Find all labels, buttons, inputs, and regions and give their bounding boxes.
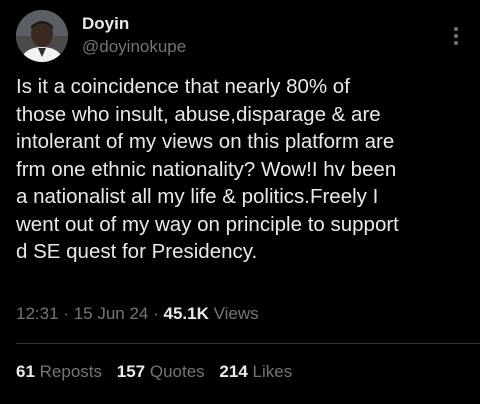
author-names: Doyin @doyinokupe xyxy=(82,14,186,58)
quotes-stat[interactable]: 157 Quotes xyxy=(117,362,210,381)
meta-separator: · xyxy=(63,304,69,323)
avatar[interactable] xyxy=(16,10,68,62)
more-options-icon[interactable] xyxy=(446,24,466,48)
display-name[interactable]: Doyin xyxy=(82,14,186,34)
quotes-count: 157 xyxy=(116,362,146,381)
profile-photo-icon xyxy=(16,10,68,62)
quotes-label: Quotes xyxy=(149,362,205,381)
meta-separator: · xyxy=(153,304,159,323)
divider xyxy=(16,343,480,344)
reposts-label: Reposts xyxy=(39,362,103,381)
likes-label: Likes xyxy=(252,362,293,381)
tweet-text: Is it a coincidence that nearly 80% of t… xyxy=(16,75,399,263)
tweet-metadata: 12:31 · 15 Jun 24 · 45.1K Views xyxy=(16,303,259,325)
vertical-dots-icon xyxy=(454,27,458,45)
reposts-count: 61 xyxy=(16,362,35,381)
tweet-date[interactable]: 15 Jun 24 xyxy=(74,304,149,323)
likes-stat[interactable]: 214 Likes xyxy=(219,362,292,381)
tweet-time[interactable]: 12:31 xyxy=(16,304,59,323)
tweet-header: Doyin @doyinokupe xyxy=(16,10,466,64)
likes-count: 214 xyxy=(219,362,248,381)
user-handle[interactable]: @doyinokupe xyxy=(82,36,186,58)
engagement-stats: 61 Reposts 157 Quotes 214 Likes xyxy=(16,361,302,383)
reposts-stat[interactable]: 61 Reposts xyxy=(16,362,107,381)
tweet-detail: Doyin @doyinokupe Is it a coincidence th… xyxy=(0,0,480,404)
views-label: Views xyxy=(213,304,259,323)
views-count: 45.1K xyxy=(163,304,209,323)
